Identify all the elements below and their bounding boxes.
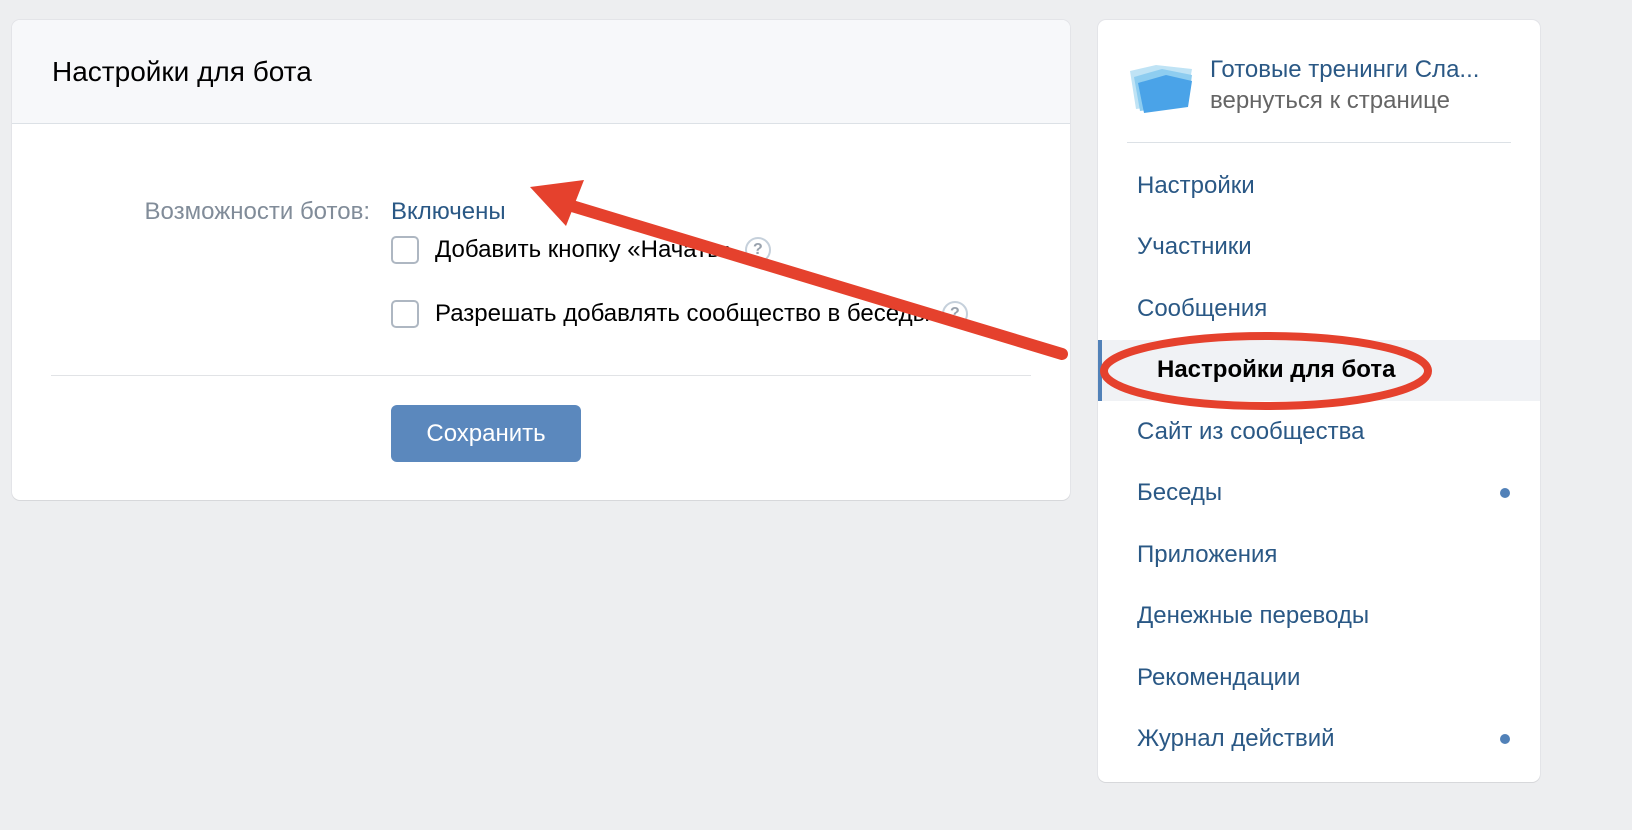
bots-capabilities-toggle-link[interactable]: Включены [391,198,506,226]
folder-logo-icon [1130,65,1192,113]
back-to-page-link[interactable]: вернуться к странице [1210,85,1510,116]
sidebar-item-label: Приложения [1137,540,1278,568]
sidebar-item-label: Рекомендации [1137,663,1301,691]
settings-menu: Настройки Участники Сообщения Настройки … [1098,155,1540,770]
start-button-checkbox[interactable] [391,236,419,264]
help-icon[interactable]: ? [941,301,968,327]
sidebar-item-label: Денежные переводы [1137,602,1370,630]
sidebar-item-messages[interactable]: Сообщения [1098,278,1540,340]
sidebar-item-label: Настройки для бота [1157,356,1396,384]
sidebar-item-label: Сообщения [1137,294,1268,322]
notification-dot-icon [1500,734,1510,745]
community-settings-sidebar: Готовые тренинги Сла... вернуться к стра… [1098,20,1540,782]
sidebar-item-label: Участники [1137,233,1252,261]
allow-chats-option[interactable]: Разрешать добавлять сообщество в беседы … [391,300,968,328]
help-icon[interactable]: ? [744,237,771,263]
bots-capabilities-label: Возможности ботов: [144,198,370,225]
sidebar-item-action-log[interactable]: Журнал действий [1098,709,1540,771]
sidebar-item-members[interactable]: Участники [1098,217,1540,279]
start-button-checkbox-label[interactable]: Добавить кнопку «Начать» [435,236,733,264]
sidebar-item-apps[interactable]: Приложения [1098,524,1540,586]
sidebar-item-money-transfers[interactable]: Денежные переводы [1098,586,1540,648]
notification-dot-icon [1500,488,1510,499]
page-title: Настройки для бота [52,55,312,87]
allow-chats-checkbox[interactable] [391,300,419,328]
sidebar-item-recommendations[interactable]: Рекомендации [1098,647,1540,709]
sidebar-item-settings[interactable]: Настройки [1098,155,1540,217]
community-header[interactable]: Готовые тренинги Сла... вернуться к стра… [1126,54,1510,116]
sidebar-item-chats[interactable]: Беседы [1098,463,1540,525]
community-name-link[interactable]: Готовые тренинги Сла... [1210,54,1510,85]
card-header: Настройки для бота [12,20,1070,124]
allow-chats-checkbox-label[interactable]: Разрешать добавлять сообщество в беседы [435,300,930,328]
start-button-option[interactable]: Добавить кнопку «Начать» ? [391,236,771,264]
sidebar-item-community-site[interactable]: Сайт из сообщества [1098,401,1540,463]
sidebar-item-label: Сайт из сообщества [1137,417,1365,445]
sidebar-item-label: Журнал действий [1137,725,1335,753]
sidebar-item-bot-settings[interactable]: Настройки для бота [1098,339,1540,401]
divider [51,375,1031,376]
sidebar-item-label: Беседы [1137,479,1223,507]
save-button[interactable]: Сохранить [391,405,581,462]
sidebar-item-label: Настройки [1137,171,1255,199]
bot-settings-card: Настройки для бота Возможности ботов: Вк… [12,20,1070,500]
sidebar-divider [1127,142,1511,143]
